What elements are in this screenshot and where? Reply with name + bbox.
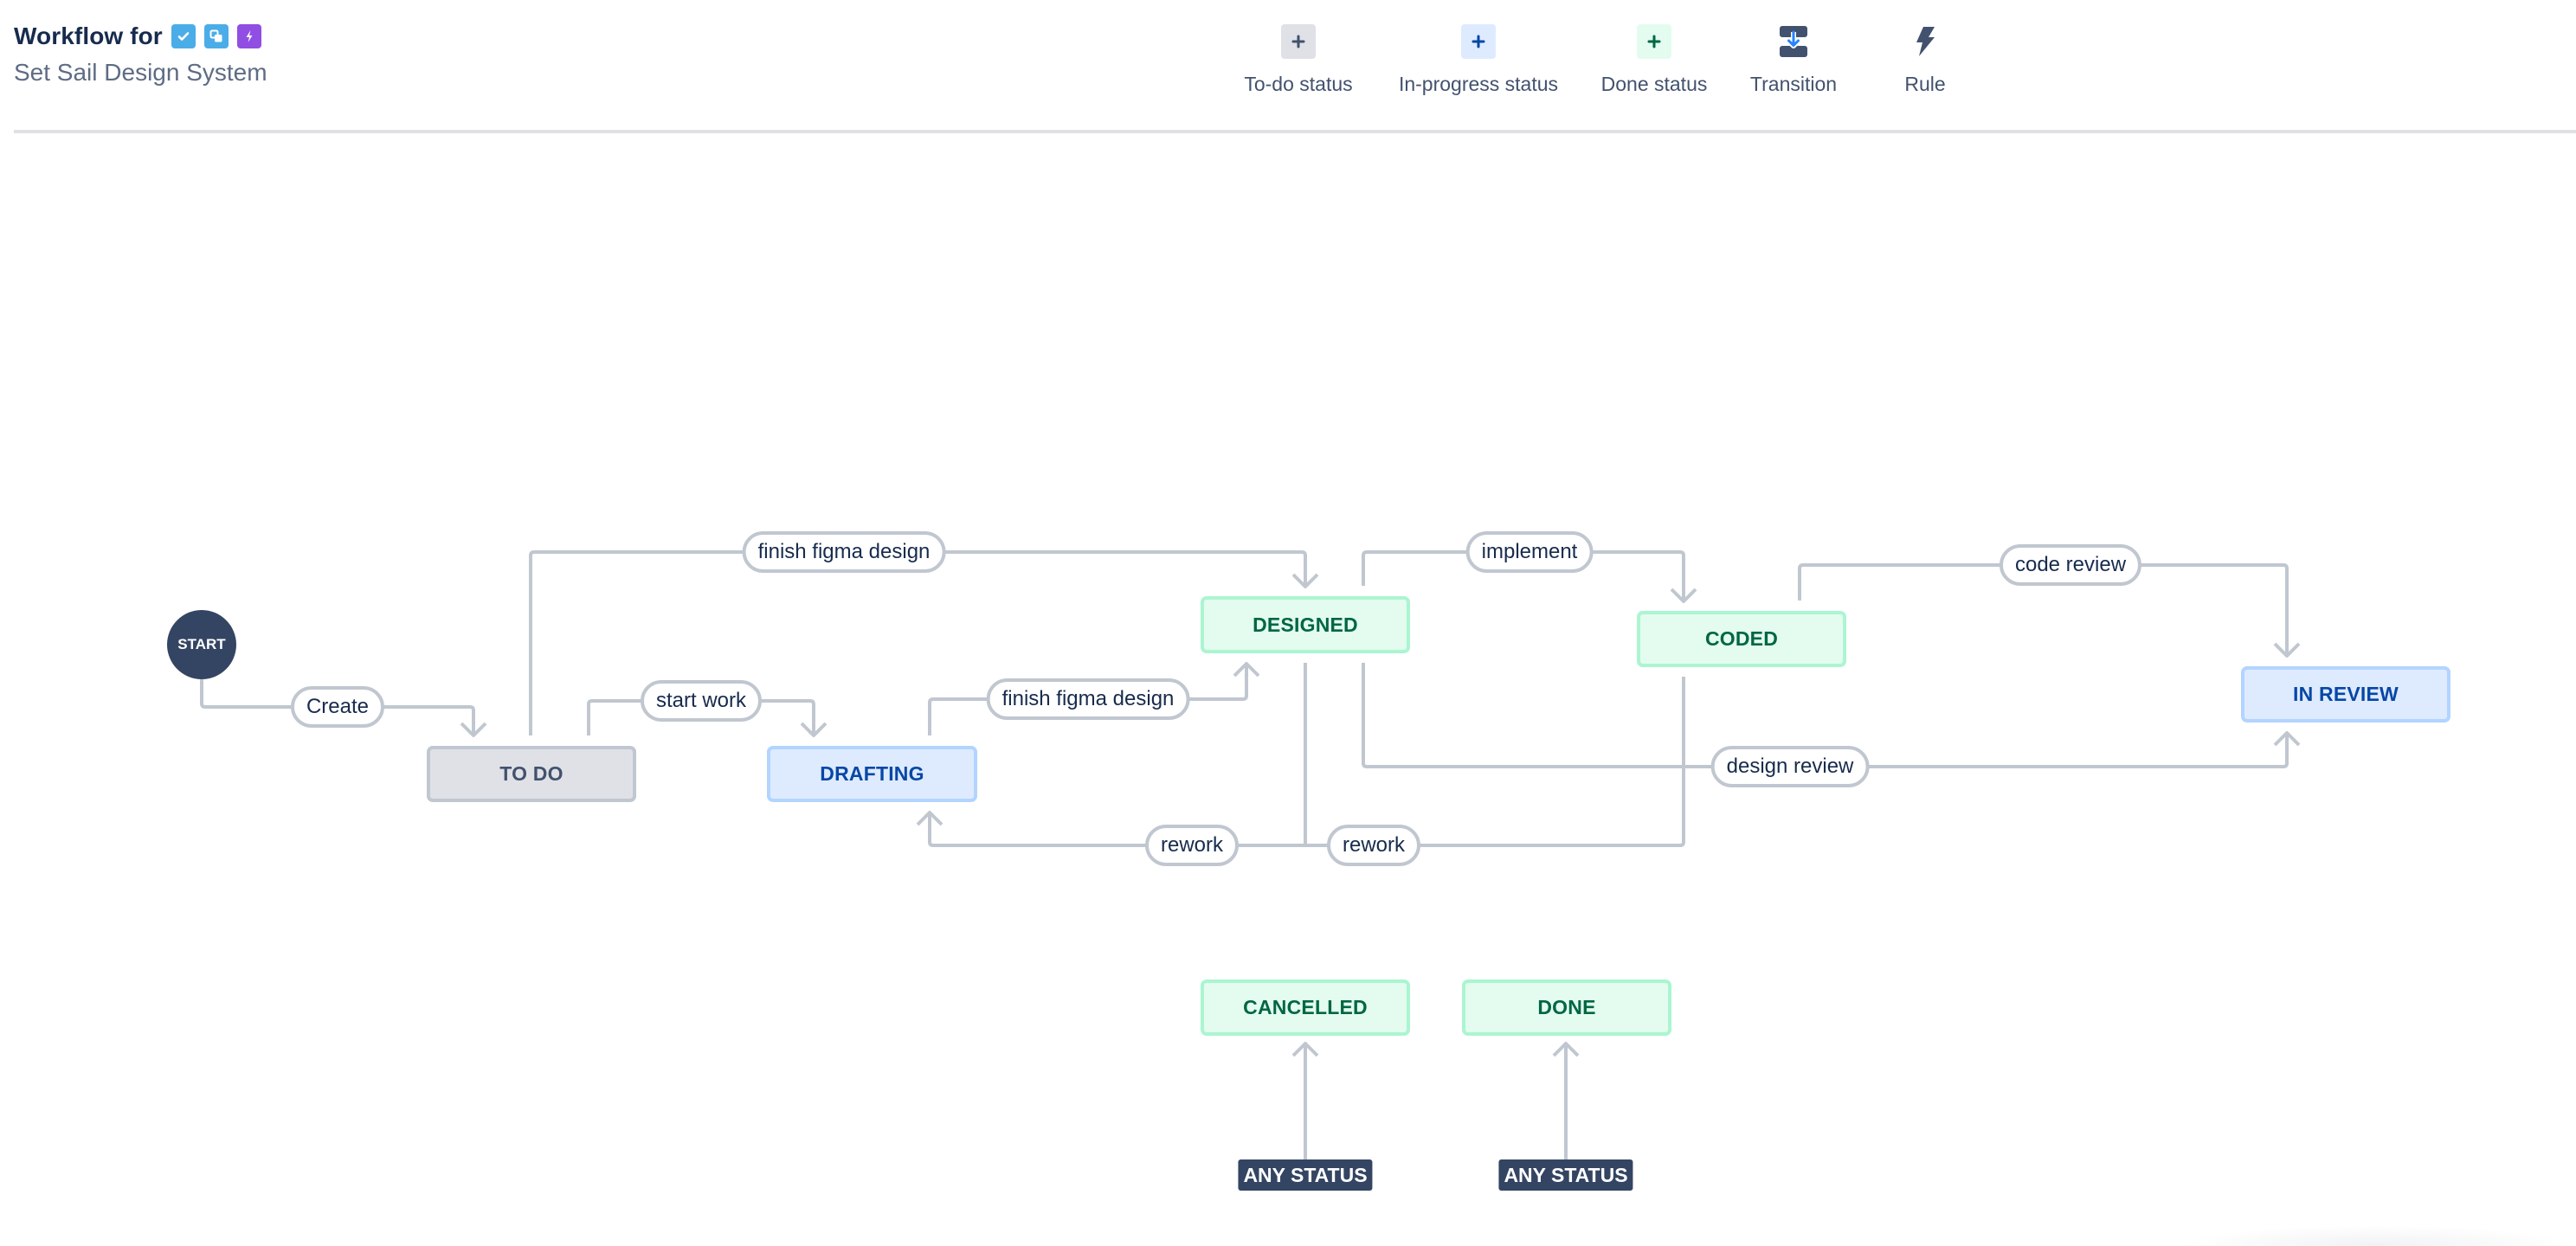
status-done[interactable]: DONE	[1462, 979, 1671, 1036]
transition-label-code-review[interactable]: code review	[1999, 544, 2142, 586]
transition-label-rework-from-coded[interactable]: rework	[1326, 825, 1421, 866]
transition-label-finish-figma-design-from-drafting[interactable]: finish figma design	[986, 678, 1190, 720]
status-designed[interactable]: DESIGNED	[1201, 596, 1410, 653]
any-status-badge-cancelled[interactable]: ANY STATUS	[1238, 1159, 1373, 1191]
status-drafting[interactable]: DRAFTING	[767, 746, 977, 802]
transition-label-rework-from-designed[interactable]: rework	[1144, 825, 1240, 866]
transition-label-design-review[interactable]: design review	[1710, 746, 1870, 787]
transition-label-create[interactable]: Create	[290, 686, 385, 728]
status-coded[interactable]: CODED	[1637, 611, 1846, 667]
start-node[interactable]: START	[167, 610, 236, 679]
transition-label-start-work[interactable]: start work	[640, 680, 763, 722]
status-in-review[interactable]: IN REVIEW	[2241, 666, 2450, 723]
panel-shadow	[2178, 1225, 2576, 1246]
transition-label-finish-figma-design-from-todo[interactable]: finish figma design	[742, 531, 946, 573]
status-todo[interactable]: TO DO	[427, 746, 636, 802]
status-cancelled[interactable]: CANCELLED	[1201, 979, 1410, 1036]
any-status-badge-done[interactable]: ANY STATUS	[1498, 1159, 1633, 1191]
transition-label-implement[interactable]: implement	[1465, 531, 1594, 573]
